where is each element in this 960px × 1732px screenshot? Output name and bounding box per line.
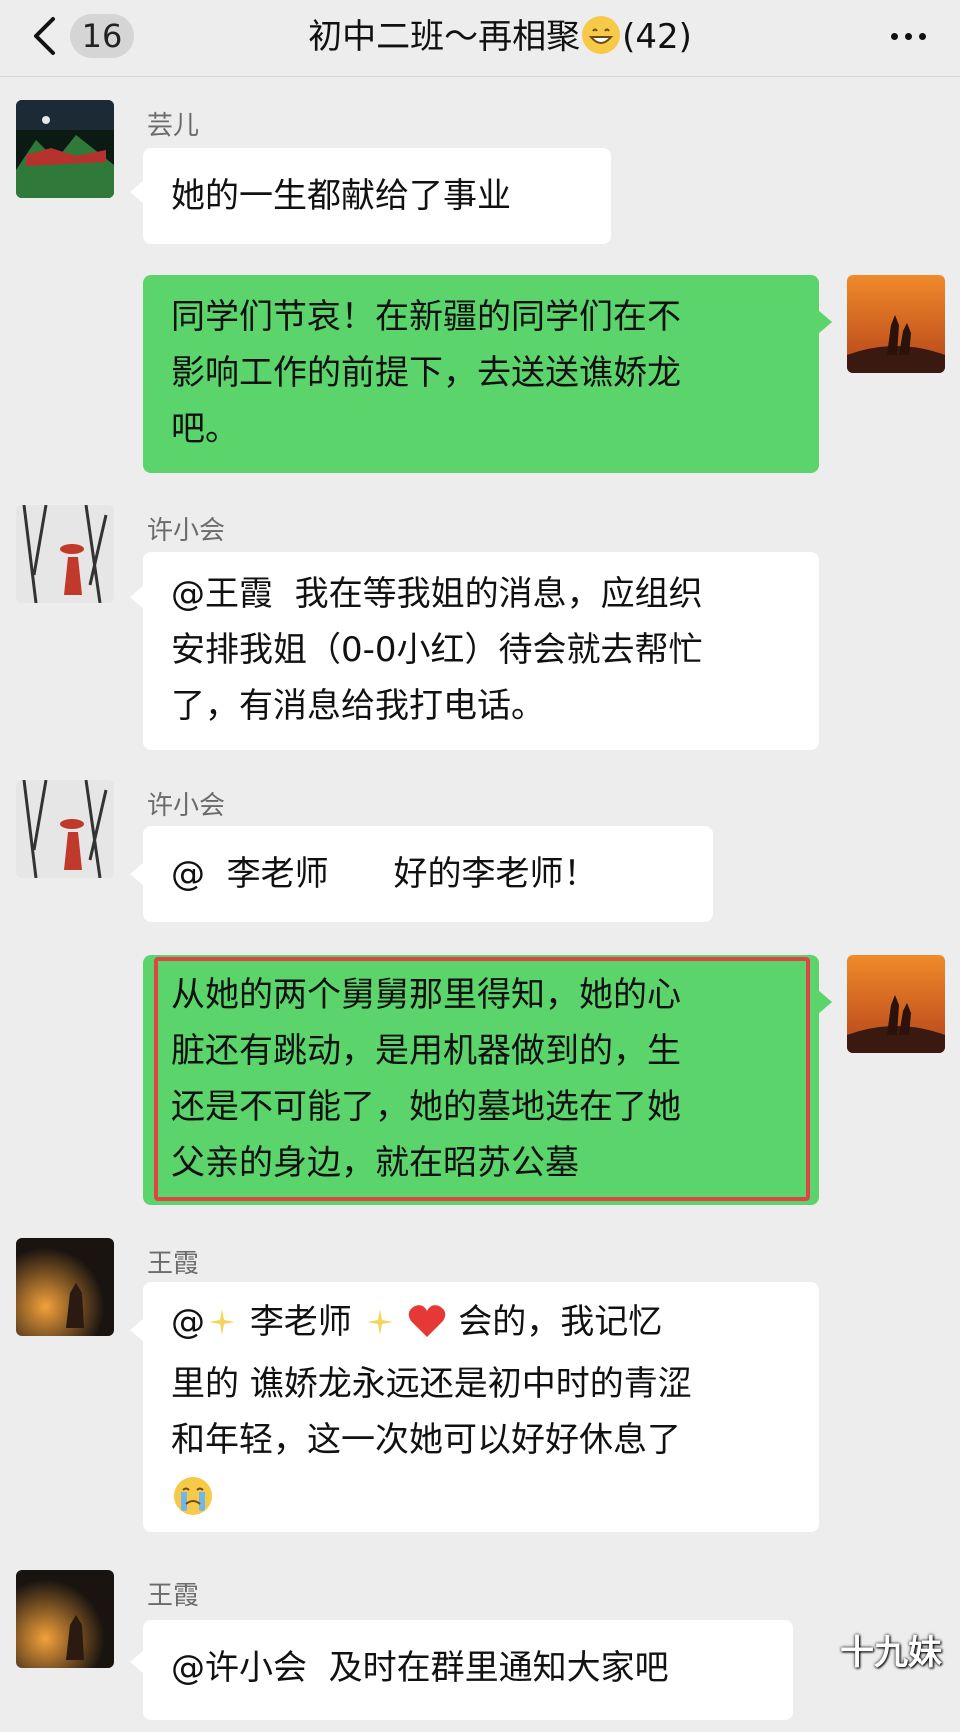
- message-text: @许小会 及时在群里通知大家吧: [171, 1648, 669, 1688]
- bubble-tail: [130, 1318, 144, 1342]
- watermark: 十九妹: [840, 1633, 942, 1673]
- message-bubble[interactable]: @ 李老师 好的李老师！: [143, 826, 713, 922]
- red-heart-icon: [407, 1300, 447, 1356]
- chat-title: 初中二班～再相聚 (42): [150, 12, 850, 62]
- sender-name: 许小会: [147, 516, 226, 546]
- message-text: @王霞 我在等我姐的消息，应组织 安排我姐（0-0小红）待会就去帮忙 了，有消息…: [171, 574, 703, 726]
- sender-name: 芸儿: [147, 111, 200, 141]
- sender-name: 王霞: [147, 1581, 200, 1611]
- message-text: @ 李老师 好的李老师！: [171, 854, 598, 894]
- mention-name: 李老师: [249, 1302, 352, 1342]
- message-text: @ 李老师 会的，我记忆 里的 谯娇龙永远还是初中时的青涩 和年轻，这一次她可以…: [171, 1294, 799, 1524]
- crying-face-icon: [171, 1468, 799, 1524]
- red-highlight-box: [154, 957, 810, 1201]
- message-bubble[interactable]: @许小会 及时在群里通知大家吧: [143, 1620, 793, 1720]
- bubble-tail: [130, 1650, 144, 1674]
- bubble-tail: [818, 990, 832, 1014]
- message-bubble[interactable]: @王霞 我在等我姐的消息，应组织 安排我姐（0-0小红）待会就去帮忙 了，有消息…: [143, 552, 819, 750]
- sender-name: 许小会: [147, 791, 226, 821]
- back-chevron-icon[interactable]: [22, 14, 66, 58]
- bubble-tail: [130, 862, 144, 886]
- group-name: 初中二班～再相聚: [308, 17, 581, 57]
- mention-at: @: [171, 1302, 205, 1342]
- avatar-me[interactable]: [847, 955, 945, 1053]
- avatar-me[interactable]: [847, 275, 945, 373]
- message-bubble[interactable]: @ 李老师 会的，我记忆 里的 谯娇龙永远还是初中时的青涩 和年轻，这一次她可以…: [143, 1282, 819, 1532]
- message-text-line: 会的，我记忆: [458, 1302, 663, 1342]
- avatar-yuner[interactable]: [16, 100, 114, 198]
- sparkles-icon: [205, 1300, 239, 1356]
- bubble-tail: [818, 310, 832, 334]
- message-text-rest: 里的 谯娇龙永远还是初中时的青涩 和年轻，这一次她可以好好休息了: [171, 1364, 692, 1460]
- bubble-tail: [130, 180, 144, 204]
- avatar-wang-xia[interactable]: [16, 1238, 114, 1336]
- sender-name: 王霞: [147, 1249, 200, 1279]
- chat-header: 16 初中二班～再相聚 (42): [0, 0, 960, 77]
- message-text: 她的一生都献给了事业: [171, 176, 511, 216]
- more-options-icon[interactable]: [878, 14, 938, 58]
- unread-count-badge[interactable]: 16: [70, 14, 134, 58]
- sparkles-icon: [363, 1300, 397, 1356]
- message-text: 同学们节哀！在新疆的同学们在不 影响工作的前提下，去送送谯娇龙 吧。: [171, 297, 681, 449]
- bubble-tail: [130, 585, 144, 609]
- member-count: (42): [622, 17, 692, 57]
- grinning-face-icon: [582, 16, 621, 54]
- avatar-wang-xia[interactable]: [16, 1570, 114, 1668]
- avatar-xu-xiaohui[interactable]: [16, 780, 114, 878]
- avatar-xu-xiaohui[interactable]: [16, 505, 114, 603]
- message-bubble-outgoing[interactable]: 同学们节哀！在新疆的同学们在不 影响工作的前提下，去送送谯娇龙 吧。: [143, 275, 819, 473]
- message-bubble[interactable]: 她的一生都献给了事业: [143, 148, 611, 244]
